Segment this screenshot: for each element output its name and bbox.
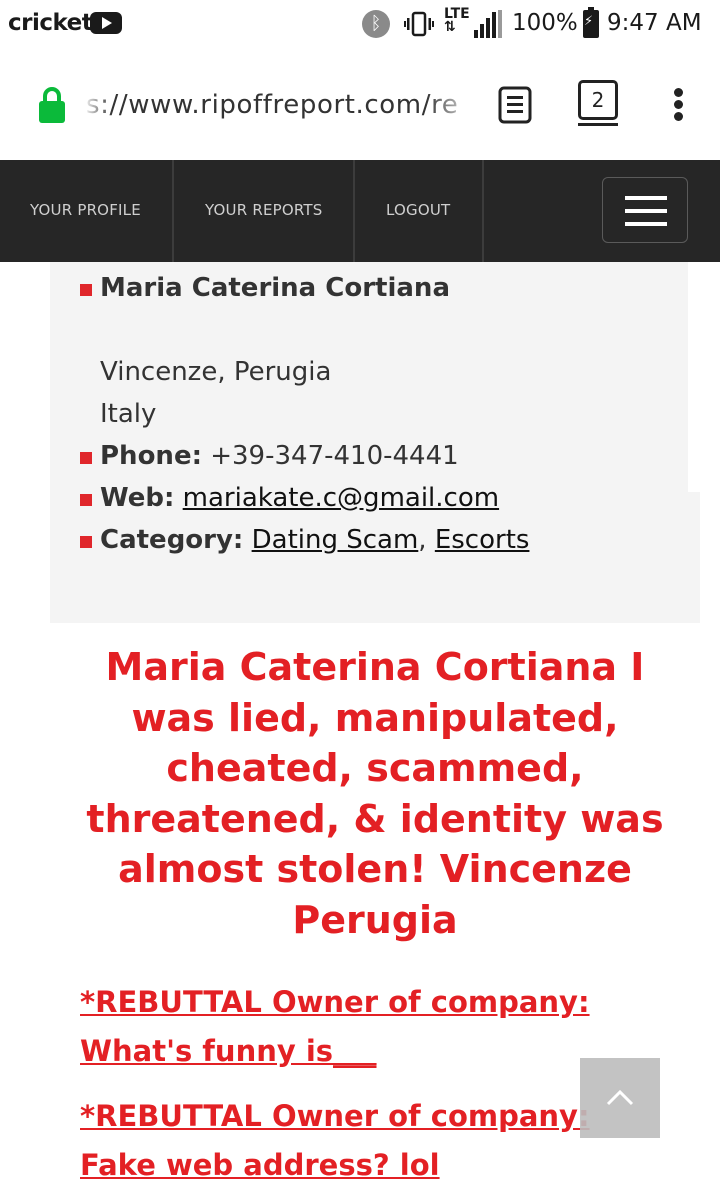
phone-label: Phone: [100,441,202,471]
nav-your-profile[interactable]: YOUR PROFILE [30,160,141,262]
category-link-dating-scam[interactable]: Dating Scam [252,525,419,555]
phone-row: Phone: +39-347-410-4441 [100,441,459,471]
bullet-icon [80,494,92,506]
battery-percent: 100% [512,10,578,36]
info-box-edge [688,262,700,492]
site-nav: YOUR PROFILE YOUR REPORTS LOGOUT [0,160,720,262]
rebuttal-link[interactable]: *REBUTTAL Owner of company: Fake web add… [80,1092,640,1190]
nav-logout[interactable]: LOGOUT [386,160,450,262]
bullet-icon [80,284,92,296]
youtube-icon [90,12,122,34]
web-row: Web: mariakate.c@gmail.com [100,483,499,513]
lock-icon[interactable] [38,86,66,124]
category-row: Category: Dating Scam, Escorts [100,525,529,555]
chevron-up-icon [606,1089,634,1106]
nav-your-reports[interactable]: YOUR REPORTS [205,160,323,262]
report-title: Maria Caterina Cortiana I was lied, mani… [86,645,664,942]
category-link-escorts[interactable]: Escorts [435,525,530,555]
status-bar: cricket ᛒ LTE⇅ 100% 9:47 AM [0,0,720,50]
browser-toolbar: s://www.ripoffreport.com/re 2 [0,50,720,161]
phone-value: +39-347-410-4441 [210,441,459,471]
more-menu-icon[interactable] [668,84,688,124]
bullet-icon [80,536,92,548]
url-field[interactable]: s://www.ripoffreport.com/re [86,90,472,124]
nav-divider [353,160,355,262]
vibrate-icon [404,11,434,37]
hamburger-menu-icon[interactable] [602,177,688,243]
bullet-icon [80,452,92,464]
rebuttal-link[interactable]: *REBUTTAL Owner of company: What's funny… [80,978,640,1076]
address-line-2: Italy [100,399,157,429]
clock: 9:47 AM [607,10,702,36]
category-separator: , [418,525,427,555]
tabs-icon[interactable]: 2 [578,80,618,126]
nav-divider [482,160,484,262]
lte-icon: LTE ⇅ [444,6,470,35]
battery-charging-icon [583,7,599,38]
category-label: Category: [100,525,244,555]
web-link[interactable]: mariakate.c@gmail.com [183,483,499,513]
address-line-1: Vincenze, Perugia [100,357,332,387]
reader-mode-icon[interactable] [498,86,532,124]
company-name: Maria Caterina Cortiana [100,273,450,303]
web-label: Web: [100,483,175,513]
bluetooth-icon: ᛒ [362,10,390,38]
nav-divider [172,160,174,262]
carrier-name: cricket [8,10,93,36]
scroll-to-top-button[interactable] [580,1058,660,1138]
signal-icon [474,10,502,38]
